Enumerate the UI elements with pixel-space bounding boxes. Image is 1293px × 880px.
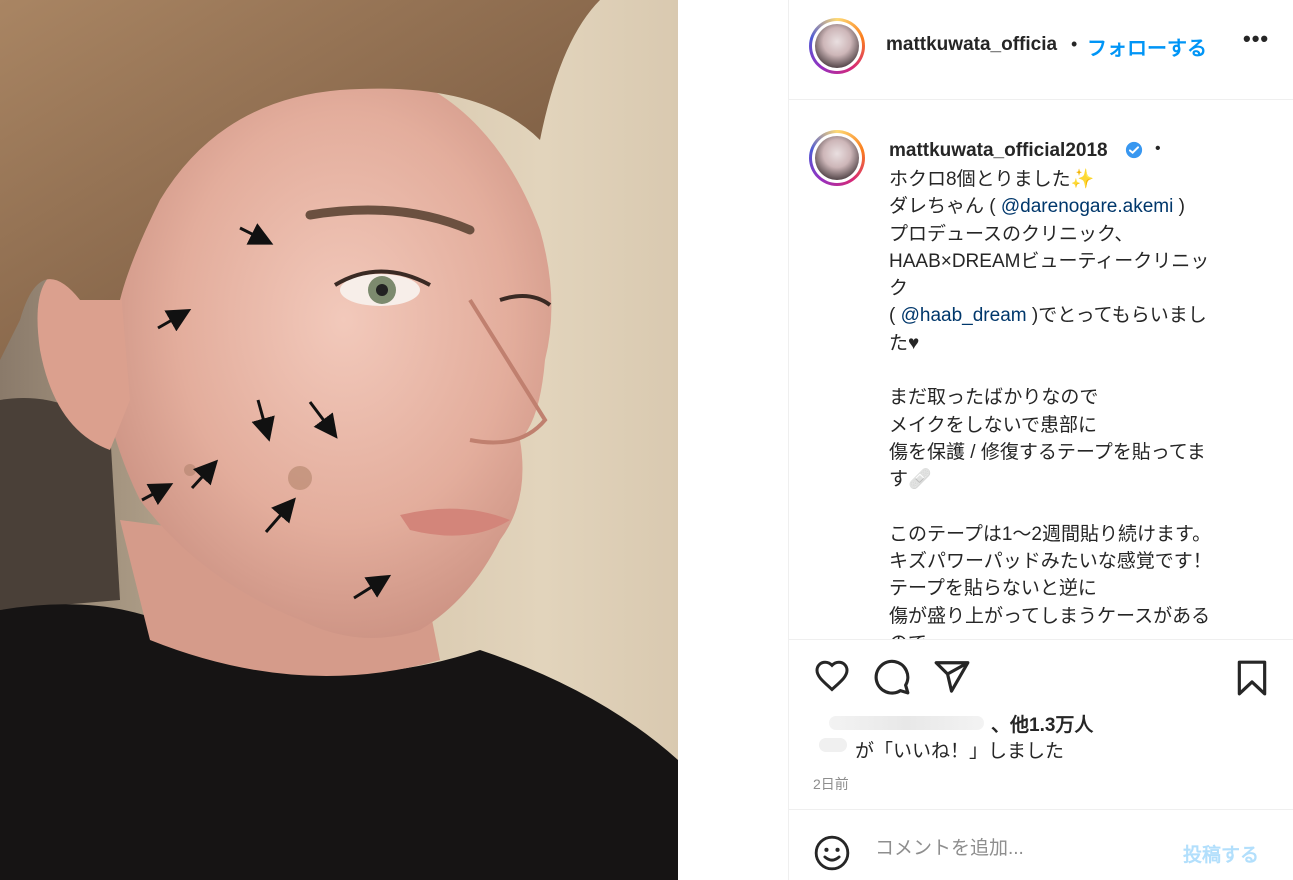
verified-icon <box>1125 141 1143 159</box>
caption-line: このテープは1〜2週間貼り続けます。 <box>889 523 1212 545</box>
caption-avatar[interactable] <box>809 130 865 186</box>
likes-text: が「いいね！」しました <box>855 741 1065 762</box>
caption-line <box>889 357 1269 384</box>
caption-line: た♥ <box>889 332 920 354</box>
comment-bar: 投稿する <box>789 810 1293 880</box>
caption-username[interactable]: mattkuwata_official2018 <box>889 140 1108 162</box>
likes-count[interactable]: 、他1.3万人 <box>991 710 1093 737</box>
caption-line: ( @haab_dream )でとってもらいまし <box>889 305 1207 327</box>
caption-line: 傷が盛り上がってしまうケースがある <box>889 605 1211 627</box>
comment-icon[interactable] <box>873 658 911 696</box>
post-header: mattkuwata_officia • フォローする ••• <box>789 0 1293 100</box>
mention-link[interactable]: @haab_dream <box>901 305 1027 326</box>
heart-icon[interactable] <box>813 658 851 694</box>
header-username[interactable]: mattkuwata_officia <box>886 34 1057 56</box>
caption-text: ホクロ8個とりました✨ ダレちゃん ( @darenogare.akemi ) … <box>889 166 1269 639</box>
caption-line: HAAB×DREAMビューティークリニッ <box>889 250 1210 272</box>
post-actions: 、他1.3万人 が「いいね！」しました 2日前 <box>789 640 1293 810</box>
bookmark-icon[interactable] <box>1233 658 1271 698</box>
post-timestamp[interactable]: 2日前 <box>813 774 849 794</box>
caption-line: ク <box>889 278 909 300</box>
share-icon[interactable] <box>933 658 971 696</box>
caption-line: ダレちゃん ( @darenogare.akemi ) <box>889 196 1185 218</box>
mention-link[interactable]: @darenogare.akemi <box>1001 196 1173 217</box>
caption-line: ホクロ8個とりました✨ <box>889 169 1095 190</box>
blurred-liker-name <box>829 716 984 730</box>
caption-line: ので <box>889 630 1269 639</box>
post-photo[interactable] <box>0 0 678 880</box>
caption-line: テープを貼らないと逆に <box>889 578 1097 600</box>
caption-line: まだ取ったばかりなので <box>889 387 1099 409</box>
caption-separator: • <box>1155 140 1161 157</box>
blurred-liker-avatar <box>819 738 847 752</box>
caption-line: プロデュースのクリニック、 <box>889 223 1134 245</box>
avatar[interactable] <box>809 18 865 74</box>
comment-input[interactable] <box>873 837 1167 861</box>
photo-panel-gap <box>678 0 788 880</box>
caption-area[interactable]: mattkuwata_official2018 • ホクロ8個とりました✨ ダレ… <box>789 100 1293 640</box>
follow-button[interactable]: フォローする <box>1087 32 1207 61</box>
face-photo-illustration <box>0 0 678 880</box>
post-comment-button[interactable]: 投稿する <box>1183 840 1259 867</box>
instagram-post: mattkuwata_officia • フォローする ••• mattkuwa… <box>0 0 1293 880</box>
caption-line: す🩹 <box>889 469 932 491</box>
emoji-icon[interactable] <box>813 834 851 872</box>
caption-line <box>889 494 1269 521</box>
caption-line: メイクをしないで患部に <box>889 414 1098 436</box>
post-side-panel: mattkuwata_officia • フォローする ••• mattkuwa… <box>788 0 1293 880</box>
more-options-icon[interactable]: ••• <box>1243 26 1269 52</box>
caption-line: 傷を保護 / 修復するテープを貼ってま <box>889 441 1206 463</box>
caption-line: キズパワーパッドみたいな感覚です！ <box>889 551 1212 573</box>
header-separator: • <box>1071 34 1078 54</box>
